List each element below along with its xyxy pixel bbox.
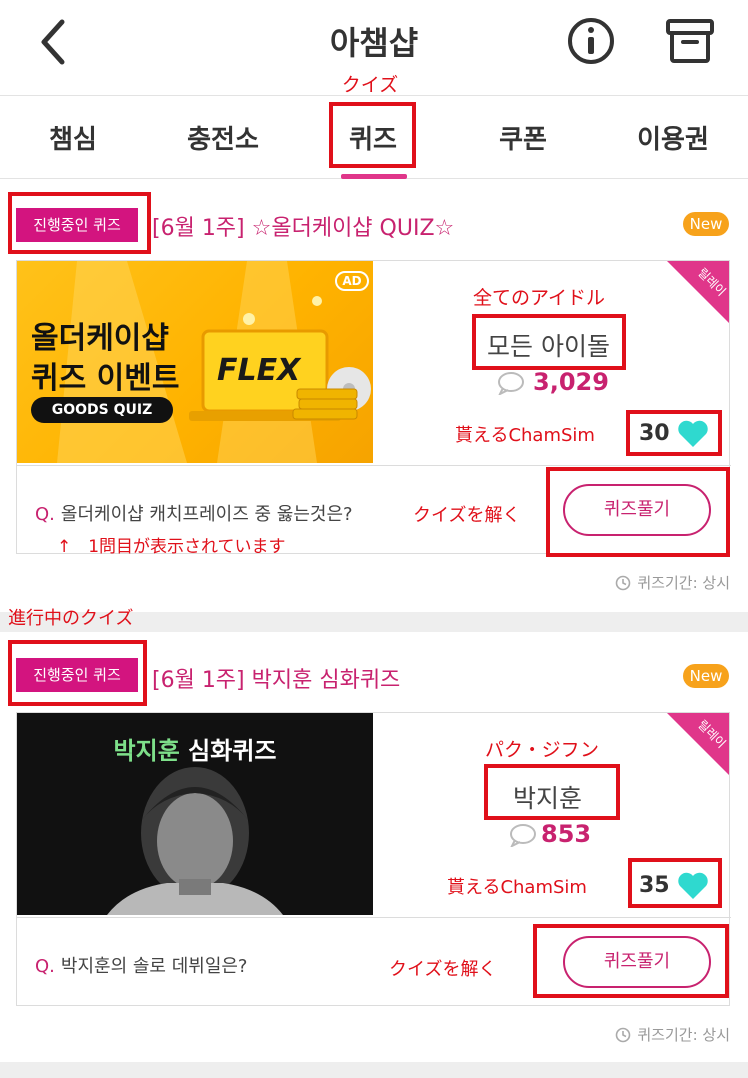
question-prefix: Q.	[35, 504, 55, 525]
highlight-box	[626, 410, 722, 456]
question-text: Q. 올더케이샵 캐치프레이즈 중 옳는것은?	[35, 500, 353, 526]
ad-badge: AD	[335, 271, 369, 291]
quiz-period: 퀴즈기간: 상시	[615, 572, 730, 593]
target-annotation: 全てのアイドル	[473, 287, 606, 309]
question-body: 올더케이샵 캐치프레이즈 중 옳는것은?	[60, 504, 353, 525]
solve-annotation: クイズを解く	[389, 959, 497, 980]
archive-icon[interactable]	[665, 18, 715, 64]
question-annotation: ↑ 1問目が表示されています	[57, 537, 286, 557]
section-annotation: 進行中のクイズ	[8, 608, 134, 629]
banner-title-name: 박지훈	[113, 737, 180, 765]
banner-line1: 올더케이샵	[31, 321, 169, 356]
quiz-period: 퀴즈기간: 상시	[615, 1024, 730, 1045]
clock-icon	[616, 1027, 631, 1043]
top-bar: 아챔샵 クイズ	[0, 0, 748, 96]
highlight-box	[329, 102, 416, 168]
tab-champsim[interactable]: 챔심	[18, 119, 128, 156]
banner-pill: GOODS QUIZ	[31, 397, 173, 423]
highlight-box	[8, 192, 151, 254]
banner-line2: 퀴즈 이벤트	[31, 361, 180, 396]
period-text: 퀴즈기간: 상시	[637, 574, 730, 592]
highlight-box	[628, 858, 722, 908]
quiz-banner-image[interactable]: 박지훈 심화퀴즈	[17, 713, 373, 915]
section-divider	[0, 1062, 748, 1078]
quiz-title[interactable]: [6월 1주] 박지훈 심화퀴즈	[152, 662, 400, 694]
highlight-box	[484, 764, 620, 820]
solve-annotation: クイズを解く	[413, 505, 521, 526]
quiz-banner-image[interactable]: AD 올더케이샵 퀴즈 이벤트 GOODS QUIZ FLEX	[17, 261, 373, 463]
tab-coupon[interactable]: 쿠폰	[468, 119, 578, 156]
question-body: 박지훈의 솔로 데뷔일은?	[60, 956, 248, 977]
active-tab-indicator	[341, 174, 407, 179]
relay-ribbon: 릴레이	[667, 261, 729, 323]
reward-annotation: 貰えるChamSim	[455, 425, 595, 446]
highlight-box	[472, 314, 626, 370]
chat-icon	[510, 824, 536, 847]
new-badge: New	[683, 212, 729, 236]
info-icon[interactable]	[566, 16, 616, 66]
banner-title: 박지훈 심화퀴즈	[17, 731, 373, 766]
quiz-title[interactable]: [6월 1주] ☆올더케이샵 QUIZ☆	[152, 210, 454, 242]
chat-icon	[498, 372, 524, 395]
highlight-box	[546, 467, 730, 557]
highlight-box	[8, 640, 147, 706]
question-prefix: Q.	[35, 956, 55, 977]
clock-icon	[616, 575, 631, 591]
participant-count: 3,029	[533, 368, 609, 396]
highlight-box	[533, 924, 729, 998]
new-badge: New	[683, 664, 729, 688]
question-text: Q. 박지훈의 솔로 데뷔일은?	[35, 952, 248, 978]
page-title: 아챔샵	[329, 24, 419, 62]
tab-charging-station[interactable]: 충전소	[168, 119, 278, 156]
relay-ribbon: 릴레이	[667, 713, 729, 775]
banner-flex-text: FLEX	[217, 353, 301, 388]
period-text: 퀴즈기간: 상시	[637, 1026, 730, 1044]
banner-title-rest: 심화퀴즈	[179, 737, 277, 765]
target-annotation: パク・ジフン	[485, 739, 600, 761]
participant-count: 853	[541, 820, 592, 848]
reward-annotation: 貰えるChamSim	[447, 877, 587, 898]
tab-voucher[interactable]: 이용권	[618, 119, 728, 156]
tab-annotation: クイズ	[341, 74, 399, 96]
